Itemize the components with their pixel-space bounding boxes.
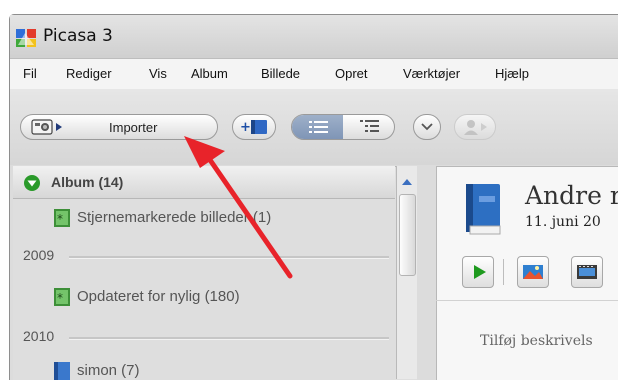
year-label: 2010 — [23, 328, 55, 344]
sidebar-item-simon[interactable]: simon (7) — [13, 360, 395, 384]
album-book-icon — [54, 362, 70, 380]
toolbar-separator — [503, 259, 504, 285]
album-section-title: Album (14) — [51, 174, 124, 190]
collage-button[interactable] — [517, 256, 549, 288]
menu-billede[interactable]: Billede — [261, 66, 300, 81]
svg-text:+: + — [240, 120, 251, 135]
sidebar-item-label: Opdateret for nylig (180) — [77, 288, 240, 305]
list-view-button[interactable] — [292, 115, 343, 139]
play-icon — [474, 265, 486, 279]
sidebar-item-label: Stjernemarkerede billeder (1) — [77, 209, 272, 226]
menu-album[interactable]: Album — [191, 66, 228, 81]
camera-import-icon — [31, 119, 62, 135]
menu-opret[interactable]: Opret — [335, 66, 368, 81]
import-button[interactable]: Importer — [20, 114, 218, 140]
picasa-logo-icon — [16, 29, 36, 47]
dropdown-button[interactable] — [413, 114, 441, 140]
menu-rediger[interactable]: Rediger — [66, 66, 112, 81]
play-slideshow-button[interactable] — [462, 256, 494, 288]
sidebar-item-starred[interactable]: * Stjernemarkerede billeder (1) — [13, 204, 395, 232]
movie-button[interactable] — [571, 256, 603, 288]
list-view-icon — [309, 121, 328, 133]
share-user-icon — [464, 120, 487, 135]
scrollbar-thumb[interactable] — [399, 194, 416, 276]
menu-hjaelp[interactable]: Hjælp — [495, 66, 529, 81]
year-divider — [69, 256, 389, 259]
collapse-arrow-icon[interactable] — [23, 174, 41, 192]
tree-view-icon — [360, 120, 379, 132]
album-title[interactable]: Andre r — [525, 181, 618, 210]
star-album-icon: * — [54, 288, 70, 306]
album-section-header[interactable]: Album (14) — [13, 166, 395, 199]
menu-vis[interactable]: Vis — [149, 66, 167, 81]
chevron-down-icon — [421, 123, 433, 131]
scroll-up-arrow-icon[interactable] — [398, 175, 416, 189]
menu-vaerktoejer[interactable]: Værktøjer — [403, 66, 460, 81]
album-description-field[interactable]: Tilføj beskrivels — [480, 333, 593, 349]
tree-view-button[interactable] — [344, 115, 394, 139]
menu-fil[interactable]: Fil — [23, 66, 37, 81]
sidebar-scrollbar[interactable] — [396, 166, 417, 379]
new-album-button[interactable]: + — [232, 114, 276, 140]
sidebar-item-recent[interactable]: * Opdateret for nylig (180) — [13, 284, 395, 312]
album-cover-icon — [466, 184, 501, 235]
sidebar-item-label: simon (7) — [77, 362, 140, 379]
album-date: 11. juni 20 — [525, 214, 601, 230]
year-label: 2009 — [23, 247, 55, 263]
new-album-icon: + — [240, 120, 267, 135]
svg-text:*: * — [57, 212, 63, 226]
import-button-label: Importer — [109, 120, 158, 135]
year-divider — [69, 337, 389, 340]
share-button[interactable] — [454, 114, 496, 140]
collage-icon — [523, 265, 543, 279]
detail-divider — [436, 300, 618, 301]
app-title: Picasa 3 — [43, 26, 113, 46]
svg-text:*: * — [57, 291, 63, 305]
movie-icon — [577, 265, 597, 279]
star-album-icon: * — [54, 209, 70, 227]
